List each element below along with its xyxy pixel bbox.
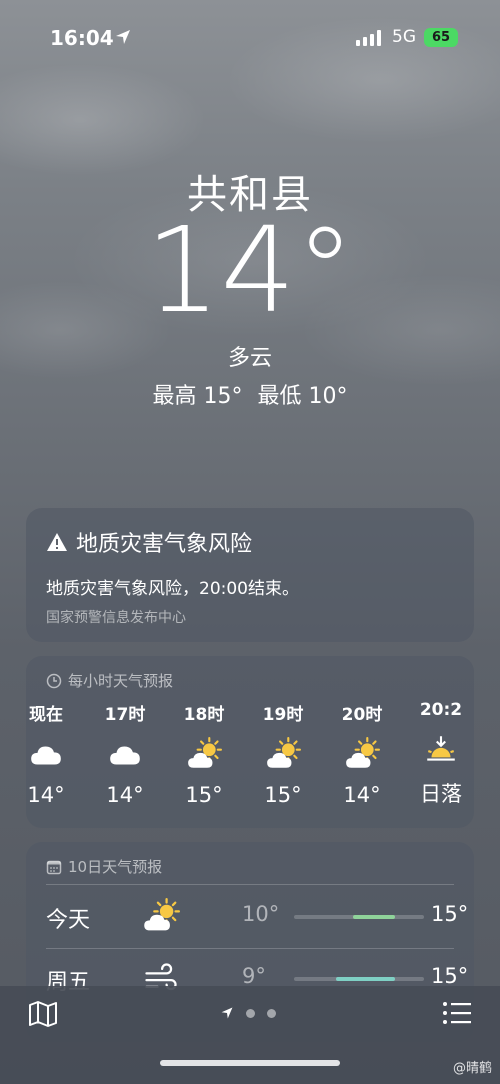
divider — [46, 948, 454, 949]
daily-title: 10日天气预报 — [68, 858, 163, 876]
daily-header: 10日天气预报 — [46, 856, 162, 877]
hour-item: 20:2 日落 — [401, 700, 474, 808]
temp-range-fill — [352, 915, 396, 919]
page-dot — [267, 1008, 276, 1018]
hour-temp: 15° — [185, 783, 223, 807]
temp-range-bar — [294, 977, 424, 981]
map-icon[interactable] — [28, 1000, 58, 1028]
battery-level: 65 — [431, 30, 451, 45]
warning-icon — [47, 533, 67, 551]
day-high: 15° — [431, 964, 469, 988]
hour-item: 19时 15° — [243, 700, 323, 807]
hour-label: 20:2 — [419, 700, 463, 720]
partly-sunny-icon — [243, 735, 323, 775]
day-low: 10° — [242, 902, 280, 926]
hour-label: 19时 — [262, 705, 304, 725]
partly-sunny-icon — [164, 735, 244, 775]
partly-sunny-icon — [142, 898, 180, 940]
day-row[interactable]: 今天 10° 15° — [46, 888, 468, 948]
hour-label: 18时 — [183, 705, 225, 725]
hour-temp: 14° — [27, 783, 65, 807]
location-arrow-icon — [116, 30, 130, 44]
hourly-title: 每小时天气预报 — [68, 672, 174, 690]
home-indicator[interactable] — [160, 1060, 340, 1066]
hourly-forecast-card[interactable]: 每小时天气预报 现在 14° 17时 14° 18时 15° 19时 15° 20时 14° 20:… — [26, 656, 474, 828]
hour-item: 现在 14° — [26, 700, 86, 807]
location-arrow-icon — [221, 1007, 233, 1019]
alert-body: 地质灾害气象风险，20:00结束。 — [46, 579, 299, 599]
temp-range-bar — [294, 915, 424, 919]
hour-label: 20时 — [341, 705, 383, 725]
clock-icon — [46, 673, 62, 688]
high-temp: 最高 15° — [152, 384, 243, 409]
alert-source: 国家预警信息发布中心 — [46, 610, 186, 626]
hourly-header: 每小时天气预报 — [46, 670, 173, 691]
low-temp: 最低 10° — [257, 384, 348, 409]
page-indicator[interactable] — [220, 1006, 276, 1020]
network-type: 5G — [392, 27, 416, 47]
temp-range-fill — [335, 977, 396, 981]
day-low: 9° — [242, 964, 266, 988]
hour-item: 20时 14° — [322, 700, 402, 807]
bottom-toolbar: @晴鹤 — [0, 986, 500, 1084]
cloud-icon — [26, 735, 86, 775]
hour-label: 现在 — [29, 705, 63, 725]
watermark: @晴鹤 — [452, 1061, 492, 1076]
battery-indicator: 65 — [424, 28, 458, 47]
current-temperature: 14° — [145, 201, 355, 339]
sunset-icon — [401, 730, 474, 770]
day-high: 15° — [431, 902, 469, 926]
current-condition: 多云 — [227, 346, 272, 371]
page-dot — [246, 1008, 255, 1018]
hour-item: 17时 14° — [85, 700, 165, 807]
partly-sunny-icon — [322, 735, 402, 775]
alert-card[interactable]: 地质灾害气象风险 地质灾害气象风险，20:00结束。 国家预警信息发布中心 — [26, 508, 474, 642]
day-name: 今天 — [46, 908, 91, 933]
calendar-icon — [46, 860, 62, 874]
status-bar: 16:04 5G 65 — [0, 24, 500, 54]
high-low: 最高 15° 最低 10° — [0, 378, 500, 410]
list-icon[interactable] — [442, 1000, 472, 1026]
divider — [46, 884, 454, 885]
hour-temp: 日落 — [420, 782, 462, 806]
hour-label: 17时 — [104, 705, 146, 725]
alert-title: 地质灾害气象风险 — [76, 532, 253, 557]
hour-temp: 14° — [343, 783, 381, 807]
hour-temp: 15° — [264, 783, 302, 807]
cellular-signal-icon — [356, 30, 381, 46]
hour-temp: 14° — [106, 783, 144, 807]
cloud-icon — [85, 735, 165, 775]
hourly-list[interactable]: 现在 14° 17时 14° 18时 15° 19时 15° 20时 14° 20:2 日落 — [26, 700, 474, 828]
alert-header: 地质灾害气象风险 — [46, 526, 454, 558]
hour-item: 18时 15° — [164, 700, 244, 807]
status-time: 16:04 — [50, 26, 114, 50]
